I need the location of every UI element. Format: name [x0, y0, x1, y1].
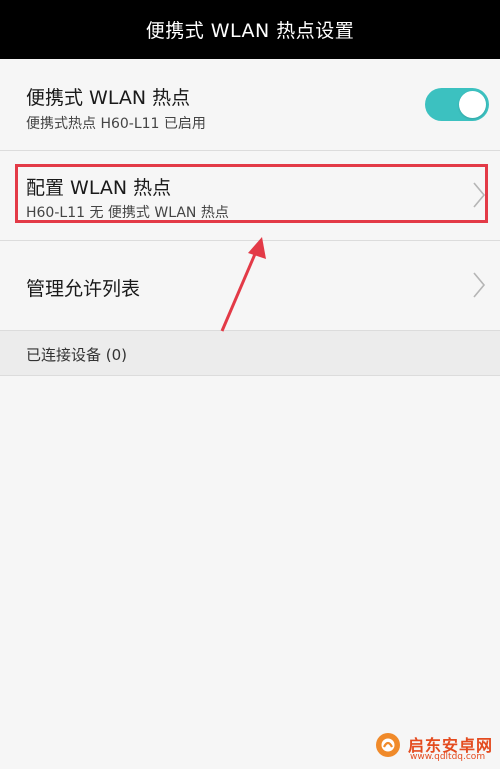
annotation-arrow-icon	[220, 237, 266, 332]
page-title: 便携式 WLAN 热点设置	[145, 20, 355, 42]
watermark-url: www.qdltdq.com	[410, 752, 486, 762]
manage-allow-list-title: 管理允许列表	[26, 278, 141, 300]
configure-hotspot-subtitle: H60-L11 无 便携式 WLAN 热点	[26, 205, 229, 221]
toggle-knob	[459, 91, 486, 118]
hotspot-toggle-switch[interactable]	[425, 88, 489, 121]
hotspot-title: 便携式 WLAN 热点	[26, 87, 191, 109]
watermark: 启东安卓网 www.qdltdq.com	[366, 718, 500, 769]
hotspot-toggle-row[interactable]: 便携式 WLAN 热点 便携式热点 H60-L11 已启用	[0, 60, 500, 151]
connected-devices-label: 已连接设备 (0)	[26, 346, 128, 364]
configure-hotspot-title: 配置 WLAN 热点	[26, 177, 172, 199]
watermark-logo-icon	[376, 733, 400, 757]
title-bar: 便携式 WLAN 热点设置	[0, 0, 500, 59]
chevron-right-icon	[473, 272, 486, 298]
chevron-right-icon	[473, 182, 486, 208]
hotspot-status: 便携式热点 H60-L11 已启用	[26, 116, 206, 132]
